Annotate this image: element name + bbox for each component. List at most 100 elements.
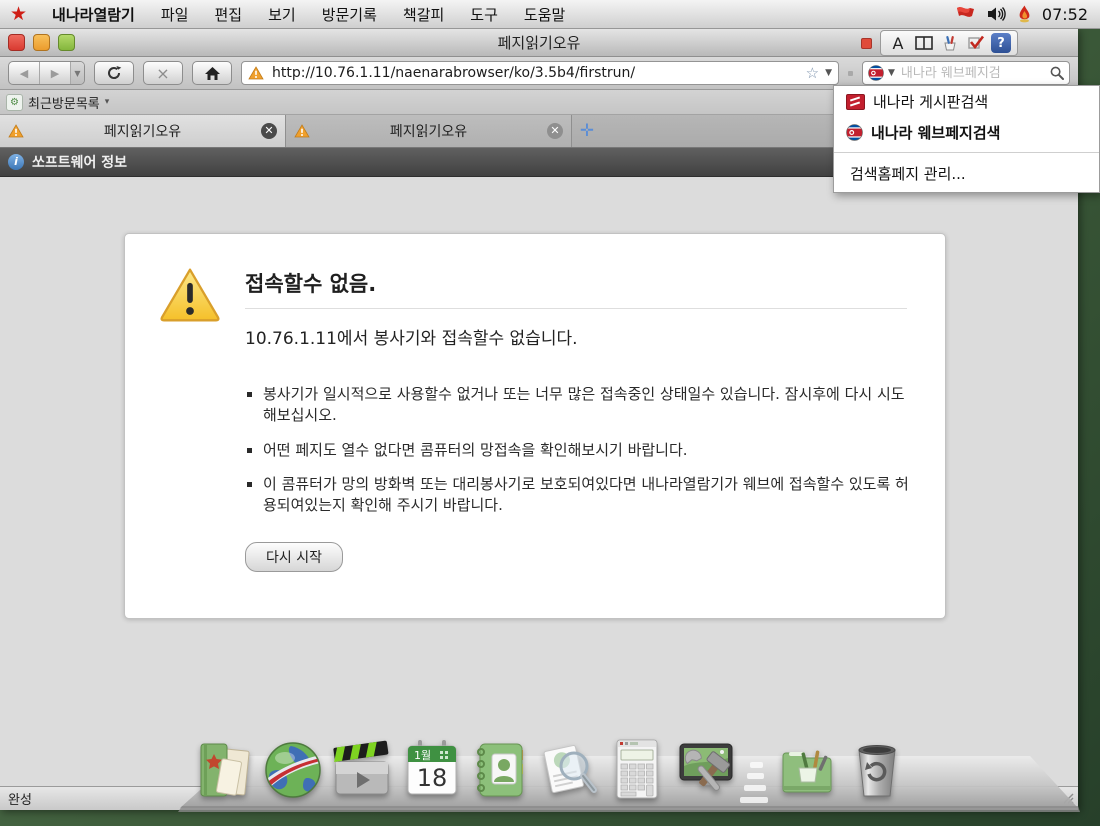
titlebar[interactable]: 페지읽기오유 A ? xyxy=(0,28,1078,57)
menu-item-web-search[interactable]: 내나라 웨브페지검색 xyxy=(834,117,1099,148)
dock-divider-dash xyxy=(740,797,768,803)
tab-warning-icon xyxy=(294,124,310,138)
dprk-flag-icon[interactable] xyxy=(868,65,884,81)
toolbar-separator xyxy=(848,71,853,76)
tab-close-icon[interactable]: ✕ xyxy=(547,123,563,139)
url-input[interactable] xyxy=(270,64,800,82)
history-dropdown-icon[interactable]: ▼ xyxy=(71,62,84,84)
status-text: 완성 xyxy=(0,789,32,808)
search-input[interactable] xyxy=(899,65,1046,82)
menu-item-label: 내나라 게시판검색 xyxy=(873,91,988,112)
url-dropdown-icon[interactable]: ▼ xyxy=(825,68,832,78)
dock-item-system-tools[interactable] xyxy=(674,738,738,802)
dock-item-utilities[interactable] xyxy=(775,738,839,802)
red-star-logo-icon[interactable]: ★ xyxy=(10,5,27,24)
dock-divider-dash xyxy=(750,762,763,768)
help-icon[interactable]: ? xyxy=(991,33,1011,53)
menu-item-edit[interactable]: 편집 xyxy=(201,0,255,28)
recent-history-icon: ⚙ xyxy=(6,94,23,111)
titlebar-toolgroup: A ? xyxy=(880,30,1018,56)
error-bullet: 봉사기가 일시적으로 사용할수 없거나 또는 너무 많은 접속중인 상태일수 있… xyxy=(263,384,913,427)
menu-item-help[interactable]: 도움말 xyxy=(511,0,578,28)
flame-tray-icon[interactable] xyxy=(1017,5,1032,23)
error-subtitle: 10.76.1.11에서 봉사기와 접속할수 없습니다. xyxy=(245,324,578,349)
error-bullet: 어떤 페지도 열수 없다면 콤퓨터의 망접속을 확인해보시기 바랍니다. xyxy=(263,440,913,461)
dock-item-contacts[interactable] xyxy=(468,738,532,802)
page-content: 접속할수 없음. 10.76.1.11에서 봉사기와 접속할수 없습니다. 봉사… xyxy=(0,177,1078,791)
dock-item-media-player[interactable] xyxy=(330,738,394,802)
search-engine-dropdown-icon[interactable]: ▼ xyxy=(888,68,895,78)
dock-item-trash[interactable] xyxy=(845,738,909,802)
search-engine-menu: 내나라 게시판검색 내나라 웨브페지검색 검색홈페지 관리... xyxy=(833,85,1100,193)
page-warning-icon xyxy=(248,66,264,80)
dock-divider-dash xyxy=(747,773,764,779)
menu-separator xyxy=(834,152,1099,153)
home-icon[interactable] xyxy=(192,61,232,85)
error-warning-icon xyxy=(159,266,221,324)
address-book-icon xyxy=(468,738,532,802)
calendar-icon: 1월 18 xyxy=(400,738,464,802)
dock-item-files[interactable] xyxy=(193,738,257,802)
search-box[interactable]: ▼ xyxy=(862,61,1070,85)
menu-item-tools[interactable]: 도구 xyxy=(457,0,511,28)
menu-item-view[interactable]: 보기 xyxy=(255,0,309,28)
nav-back-forward-group: ◀ ▶ ▼ xyxy=(8,61,85,85)
menu-item-bookmarks[interactable]: 책갈피 xyxy=(390,0,457,28)
media-player-icon xyxy=(330,738,394,802)
menubar: ★ 내나라열람기 파일 편집 보기 방문기록 책갈피 도구 도움말 07:52 xyxy=(0,0,1100,29)
info-icon: i xyxy=(8,154,24,170)
trash-icon xyxy=(845,738,909,802)
clock: 07:52 xyxy=(1042,5,1088,24)
reload-icon[interactable] xyxy=(94,61,134,85)
menu-item-file[interactable]: 파일 xyxy=(148,0,202,28)
flag-tray-icon[interactable] xyxy=(955,5,977,23)
bookmark-star-icon[interactable]: ☆ xyxy=(806,64,819,82)
error-suggestions: 봉사기가 일시적으로 사용할수 없거나 또는 너무 많은 접속중인 상태일수 있… xyxy=(245,384,913,529)
board-search-icon xyxy=(846,94,865,110)
desktop: { "menubar": { "items": [ {"label": "내나라… xyxy=(0,0,1100,826)
dock: 1월 18 xyxy=(172,712,1080,814)
dock-item-calculator[interactable] xyxy=(605,738,669,802)
font-size-icon[interactable]: A xyxy=(887,33,909,53)
calculator-icon xyxy=(605,738,669,802)
back-icon[interactable]: ◀ xyxy=(9,62,40,84)
tab-warning-icon xyxy=(8,124,24,138)
dprk-flag-icon xyxy=(846,124,863,141)
forward-icon[interactable]: ▶ xyxy=(40,62,71,84)
error-title: 접속할수 없음. xyxy=(245,268,376,298)
speaker-volume-icon[interactable] xyxy=(987,6,1007,22)
url-bar[interactable]: ☆ ▼ xyxy=(241,61,839,85)
dock-item-search[interactable] xyxy=(536,738,600,802)
new-tab-icon[interactable]: ✛ xyxy=(572,115,602,147)
dock-divider-dash xyxy=(744,785,766,791)
infobar-text: 쏘프트웨어 정보 xyxy=(32,152,127,172)
dock-item-browser[interactable] xyxy=(261,738,325,802)
error-divider xyxy=(245,308,907,309)
dock-item-calendar[interactable]: 1월 18 xyxy=(400,738,464,802)
file-search-icon xyxy=(536,738,600,802)
error-bullet: 이 콤퓨터가 망의 방화벽 또는 대리봉사기로 보호되여있다면 내나라열람기가 … xyxy=(263,474,913,517)
paint-tools-icon[interactable] xyxy=(939,33,961,53)
notification-dot xyxy=(861,38,872,49)
stop-icon[interactable]: × xyxy=(143,61,183,85)
utilities-folder-icon xyxy=(775,738,839,802)
menu-item-manage-engines[interactable]: 검색홈페지 관리... xyxy=(834,157,1099,192)
recent-history-caret-icon[interactable]: ▾ xyxy=(105,97,110,107)
tab-2[interactable]: 페지읽기오유 ✕ xyxy=(286,115,572,147)
check-validate-icon[interactable] xyxy=(965,33,987,53)
split-view-icon[interactable] xyxy=(913,33,935,53)
recent-history-menu[interactable]: 최근방문목록 xyxy=(28,93,100,112)
retry-button[interactable]: 다시 시작 xyxy=(245,542,343,572)
tab-title: 페지읽기오유 xyxy=(30,121,255,141)
error-card: 접속할수 없음. 10.76.1.11에서 봉사기와 접속할수 없습니다. 봉사… xyxy=(124,233,946,619)
menu-item-app[interactable]: 내나라열람기 xyxy=(39,0,148,28)
tab-close-icon[interactable]: ✕ xyxy=(261,123,277,139)
search-icon[interactable] xyxy=(1050,66,1064,80)
svg-text:1월: 1월 xyxy=(414,749,431,762)
system-settings-icon xyxy=(674,738,738,802)
tab-1[interactable]: 페지읽기오유 ✕ xyxy=(0,115,286,147)
menu-item-board-search[interactable]: 내나라 게시판검색 xyxy=(834,86,1099,117)
dock-platform-edge xyxy=(172,806,1080,812)
menu-item-history[interactable]: 방문기록 xyxy=(309,0,390,28)
menu-item-label: 내나라 웨브페지검색 xyxy=(871,122,1000,143)
